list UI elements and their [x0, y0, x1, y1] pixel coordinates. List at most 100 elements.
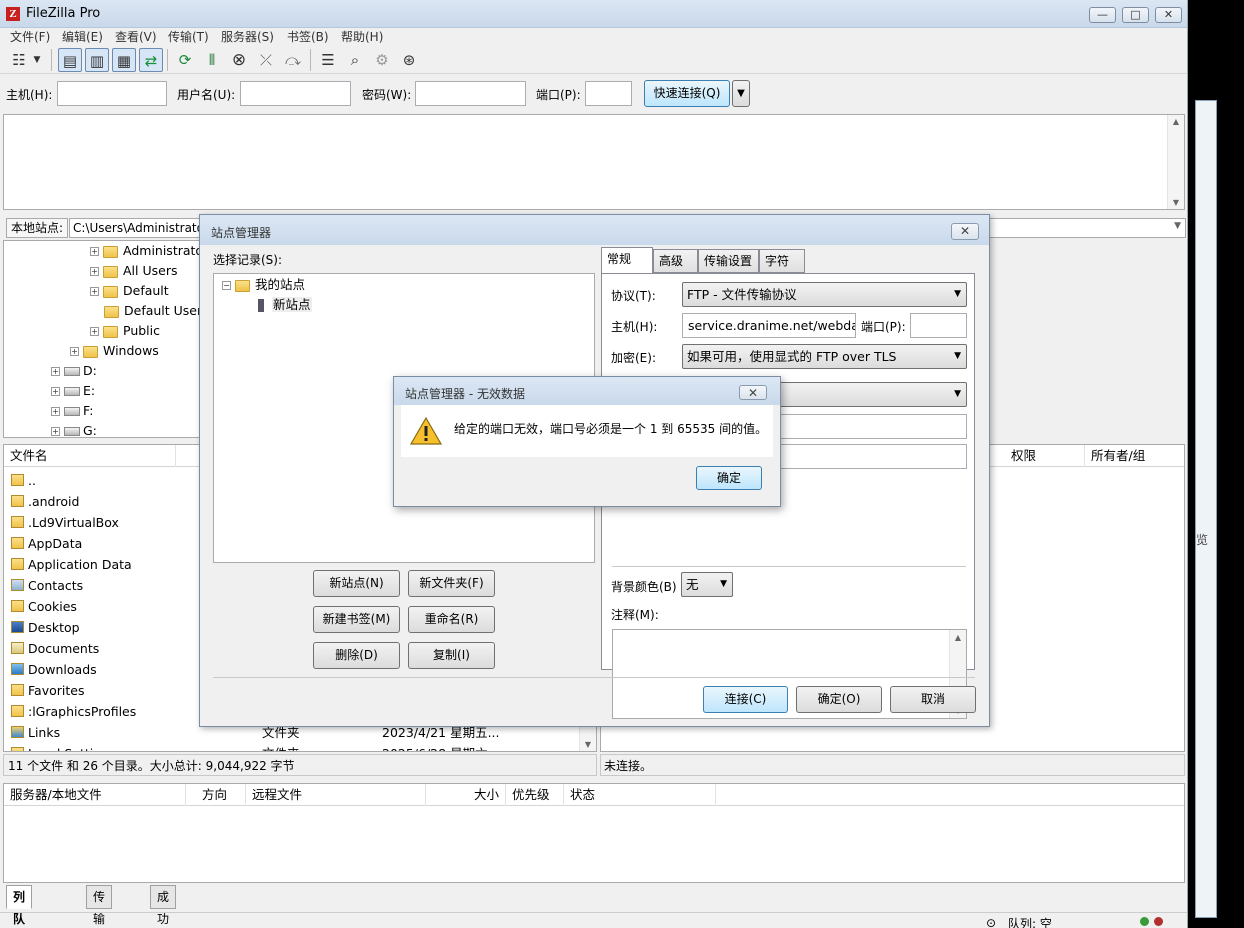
- expand-icon[interactable]: +: [51, 427, 60, 436]
- compare-icon[interactable]: ⌕: [343, 48, 367, 72]
- sync-browse-icon[interactable]: ⚙: [370, 48, 394, 72]
- tree-item[interactable]: + E:: [51, 381, 95, 401]
- expand-icon[interactable]: +: [90, 327, 99, 336]
- background-color-select[interactable]: 无 ▼: [681, 572, 733, 597]
- tab-charset[interactable]: 字符集: [759, 249, 805, 290]
- tab-transfer-settings[interactable]: 传输设置: [698, 249, 759, 273]
- quickconnect-history-dropdown[interactable]: ▼: [732, 80, 750, 107]
- scroll-down-arrow-icon[interactable]: ▼: [580, 740, 596, 749]
- search-icon[interactable]: ⊛: [397, 48, 421, 72]
- cancel-button[interactable]: 取消: [890, 686, 976, 713]
- maximize-button[interactable]: □: [1122, 7, 1149, 23]
- error-dialog-body: 给定的端口无效，端口号必须是一个 1 到 65535 间的值。: [401, 405, 773, 457]
- disconnect-icon[interactable]: ⤫: [254, 48, 278, 72]
- collapse-icon[interactable]: −: [222, 281, 231, 290]
- toggle-queue-icon[interactable]: ⇄: [139, 48, 163, 72]
- port-input[interactable]: [585, 81, 632, 106]
- new-folder-button[interactable]: 新文件夹(F): [408, 570, 495, 597]
- cancel-icon[interactable]: ⊗: [227, 48, 251, 72]
- column-remote-file[interactable]: 远程文件: [246, 784, 426, 806]
- new-site-button[interactable]: 新站点(N): [313, 570, 400, 597]
- menu-view[interactable]: 查看(V): [115, 28, 157, 45]
- remote-path-dropdown-icon[interactable]: ▼: [1174, 221, 1181, 231]
- password-input[interactable]: [415, 81, 526, 106]
- refresh-icon[interactable]: ⟳: [173, 48, 197, 72]
- expand-icon[interactable]: +: [51, 367, 60, 376]
- connect-button[interactable]: 连接(C): [703, 686, 788, 713]
- ok-button[interactable]: 确定(O): [796, 686, 882, 713]
- menu-edit[interactable]: 编辑(E): [62, 28, 103, 45]
- column-filename[interactable]: 文件名: [4, 445, 176, 467]
- site-manager-close-button[interactable]: ✕: [951, 223, 979, 240]
- column-status[interactable]: 状态: [564, 784, 716, 806]
- column-direction[interactable]: 方向: [196, 784, 246, 806]
- protocol-select[interactable]: FTP - 文件传输协议 ▼: [682, 282, 967, 307]
- column-priority[interactable]: 优先级: [506, 784, 564, 806]
- quickconnect-button[interactable]: 快速连接(Q): [644, 80, 730, 107]
- toggle-remote-tree-icon[interactable]: ▦: [112, 48, 136, 72]
- expand-icon[interactable]: +: [70, 347, 79, 356]
- menu-bookmarks[interactable]: 书签(B): [287, 28, 329, 45]
- file-row[interactable]: Local Settings 文件夹 2025/6/28 星期六...: [4, 743, 584, 751]
- error-ok-button[interactable]: 确定: [696, 466, 762, 490]
- scroll-down-arrow-icon[interactable]: ▼: [1168, 198, 1184, 207]
- expand-icon[interactable]: +: [90, 287, 99, 296]
- tree-item[interactable]: + G:: [51, 421, 97, 437]
- minimize-button[interactable]: —: [1089, 7, 1116, 23]
- scroll-up-arrow-icon[interactable]: ▲: [950, 633, 966, 642]
- tab-advanced[interactable]: 高级: [653, 249, 698, 273]
- column-owner[interactable]: 所有者/组: [1085, 445, 1184, 467]
- drive-icon: [64, 387, 80, 396]
- transfer-queue[interactable]: 服务器/本地文件 方向 远程文件 大小 优先级 状态: [3, 783, 1185, 883]
- expand-icon[interactable]: +: [90, 267, 99, 276]
- tab-failed-transfers[interactable]: 传输失败: [86, 885, 113, 926]
- expand-icon[interactable]: +: [51, 387, 60, 396]
- site-manager-icon[interactable]: ☷: [7, 48, 31, 72]
- username-input[interactable]: [240, 81, 351, 106]
- column-size[interactable]: 大小: [468, 784, 506, 806]
- file-name: :lGraphicsProfiles: [28, 704, 137, 719]
- tree-item-new-site[interactable]: 新站点: [258, 295, 312, 315]
- reconnect-icon[interactable]: ⤼: [281, 48, 305, 72]
- message-log[interactable]: ▲ ▼: [3, 114, 1185, 210]
- tree-item[interactable]: + D:: [51, 361, 97, 381]
- tree-item[interactable]: + F:: [51, 401, 93, 421]
- menu-file[interactable]: 文件(F): [10, 28, 50, 45]
- menu-server[interactable]: 服务器(S): [221, 28, 274, 45]
- tree-item-my-sites[interactable]: − 我的站点: [222, 275, 305, 295]
- tab-general[interactable]: 常规: [601, 247, 653, 274]
- tree-item[interactable]: + Default: [90, 281, 169, 301]
- expand-icon[interactable]: +: [51, 407, 60, 416]
- tab-queued-files[interactable]: 列队的文件: [6, 885, 33, 926]
- menu-help[interactable]: 帮助(H): [341, 28, 383, 45]
- menu-transfer[interactable]: 传输(T): [168, 28, 209, 45]
- tree-item[interactable]: + All Users: [90, 261, 177, 281]
- host-label: 主机(H):: [6, 88, 53, 102]
- scroll-up-arrow-icon[interactable]: ▲: [1168, 117, 1184, 126]
- tree-item[interactable]: Default User: [104, 301, 202, 321]
- site-manager-dropdown-icon[interactable]: ▼: [30, 48, 44, 72]
- toggle-local-tree-icon[interactable]: ▥: [85, 48, 109, 72]
- toggle-log-icon[interactable]: ▤: [58, 48, 82, 72]
- filter-icon[interactable]: ☰: [316, 48, 340, 72]
- host-input[interactable]: service.dranime.net/webdav: [682, 313, 856, 338]
- process-queue-icon[interactable]: ⫴: [200, 48, 224, 72]
- column-permissions[interactable]: 权限: [1005, 445, 1085, 467]
- rename-button[interactable]: 重命名(R): [408, 606, 495, 633]
- folder-icon: [11, 537, 24, 549]
- column-server-local-file[interactable]: 服务器/本地文件: [4, 784, 186, 806]
- encryption-select[interactable]: 如果可用，使用显式的 FTP over TLS ▼: [682, 344, 967, 369]
- log-scrollbar[interactable]: ▲ ▼: [1167, 115, 1184, 209]
- port-input[interactable]: [910, 313, 967, 338]
- close-button[interactable]: ✕: [1155, 7, 1182, 23]
- tab-successful-transfers[interactable]: 成功的传输: [150, 885, 177, 926]
- host-input[interactable]: [57, 81, 167, 106]
- tree-item[interactable]: + Windows: [70, 341, 159, 361]
- error-dialog-close-button[interactable]: ✕: [739, 385, 767, 400]
- copy-button[interactable]: 复制(I): [408, 642, 495, 669]
- tree-item[interactable]: + Public: [90, 321, 160, 341]
- new-bookmark-button[interactable]: 新建书签(M): [313, 606, 400, 633]
- expand-icon[interactable]: +: [90, 247, 99, 256]
- tree-item[interactable]: + Administrator: [90, 241, 208, 261]
- delete-button[interactable]: 删除(D): [313, 642, 400, 669]
